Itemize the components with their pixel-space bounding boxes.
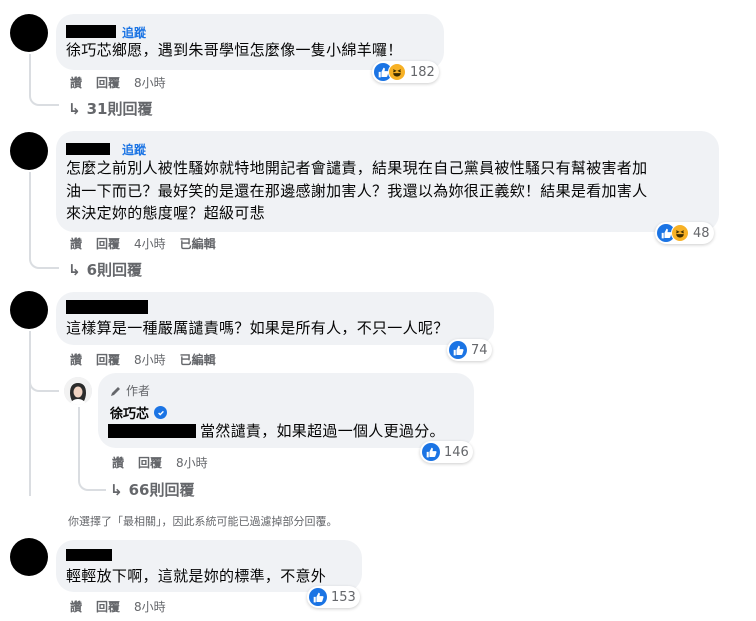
reaction-summary[interactable]: 74 xyxy=(447,339,492,361)
reaction-summary[interactable]: 153 xyxy=(307,586,360,608)
reaction-count: 48 xyxy=(693,225,710,241)
like-icon xyxy=(449,341,467,359)
thread-line xyxy=(29,172,59,269)
replies-count: 66則回覆 xyxy=(128,481,195,499)
filter-notice: 你選擇了「最相關」，因此系統可能已過濾掉部分回覆。 xyxy=(68,515,338,528)
redacted-username xyxy=(66,143,110,155)
like-button[interactable]: 讚 xyxy=(70,235,82,252)
reply-button[interactable]: 回覆 xyxy=(96,598,120,615)
replies-count: 31則回覆 xyxy=(86,100,153,118)
thread-connector xyxy=(29,370,59,392)
like-icon xyxy=(422,443,440,461)
comment-text: 輕輕放下啊，這就是妳的標準，不意外 xyxy=(66,567,327,585)
redacted-mention xyxy=(108,424,196,438)
author-tag-label: 作者 xyxy=(126,384,151,398)
avatar[interactable] xyxy=(10,291,48,329)
reaction-count: 146 xyxy=(444,444,469,460)
view-replies-button[interactable]: ↳ 6則回覆 xyxy=(68,259,142,280)
haha-icon xyxy=(388,63,406,81)
reaction-summary[interactable]: 182 xyxy=(372,61,439,83)
author-name[interactable]: 徐巧芯 xyxy=(110,403,168,422)
author-avatar[interactable] xyxy=(64,377,92,405)
comment-actions: 讚 回覆 8小時 xyxy=(70,598,180,615)
thread-line xyxy=(29,54,59,106)
timestamp[interactable]: 4小時 xyxy=(134,235,166,252)
haha-icon xyxy=(671,224,689,242)
reply-button[interactable]: 回覆 xyxy=(138,454,162,471)
author-tag: 作者 xyxy=(110,382,150,399)
reaction-count: 153 xyxy=(331,589,356,605)
follow-link[interactable]: 追蹤 xyxy=(122,141,146,158)
edited-label[interactable]: 已編輯 xyxy=(180,235,216,252)
reaction-summary[interactable]: 146 xyxy=(420,441,473,463)
reply-arrow-icon: ↳ xyxy=(68,99,81,118)
reaction-count: 182 xyxy=(410,64,435,80)
reaction-summary[interactable]: 48 xyxy=(655,222,714,244)
comment-actions: 讚 回覆 8小時 已編輯 xyxy=(70,351,230,368)
comment-actions: 讚 回覆 4小時 已編輯 xyxy=(70,235,230,252)
redacted-username xyxy=(66,300,148,314)
timestamp[interactable]: 8小時 xyxy=(134,74,166,91)
avatar[interactable] xyxy=(10,538,48,576)
comment-text-line-3: 來決定妳的態度喔？超級可悲 xyxy=(66,204,265,222)
redacted-username xyxy=(66,25,116,38)
comment-text-line-2: 油一下而已？最好笑的是還在那邊感謝加害人？我還以為妳很正義欸！結果是看加害人 xyxy=(66,182,648,200)
verified-badge-icon xyxy=(154,406,168,419)
reply-button[interactable]: 回覆 xyxy=(96,74,120,91)
redacted-username xyxy=(66,549,112,561)
reply-button[interactable]: 回覆 xyxy=(96,351,120,368)
reply-arrow-icon: ↳ xyxy=(110,480,123,499)
timestamp[interactable]: 8小時 xyxy=(176,454,208,471)
reply-arrow-icon: ↳ xyxy=(68,260,81,279)
comment-actions: 讚 回覆 8小時 xyxy=(70,74,180,91)
comment-text-line-1: 怎麼之前別人被性騷妳就特地開記者會譴責，結果現在自己黨員被性騷只有幫被害者加 xyxy=(66,159,648,177)
reply-text: 當然譴責，如果超過一個人更過分。 xyxy=(200,422,445,440)
author-name-label: 徐巧芯 xyxy=(110,407,150,422)
like-button[interactable]: 讚 xyxy=(70,74,82,91)
pencil-icon xyxy=(111,386,120,396)
view-replies-button[interactable]: ↳ 31則回覆 xyxy=(68,98,152,119)
comment-text: 這樣算是一種嚴厲譴責嗎？如果是所有人，不只一人呢？ xyxy=(66,319,449,337)
like-button[interactable]: 讚 xyxy=(70,351,82,368)
edited-label[interactable]: 已編輯 xyxy=(180,351,216,368)
avatar[interactable] xyxy=(10,132,48,170)
like-button[interactable]: 讚 xyxy=(112,454,124,471)
timestamp[interactable]: 8小時 xyxy=(134,351,166,368)
replies-count: 6則回覆 xyxy=(86,261,143,279)
timestamp[interactable]: 8小時 xyxy=(134,598,166,615)
like-icon xyxy=(309,588,327,606)
like-button[interactable]: 讚 xyxy=(70,598,82,615)
reply-button[interactable]: 回覆 xyxy=(96,235,120,252)
view-replies-button[interactable]: ↳ 66則回覆 xyxy=(110,479,194,500)
thread-line xyxy=(29,331,31,496)
avatar[interactable] xyxy=(10,14,48,52)
reply-actions: 讚 回覆 8小時 xyxy=(112,454,222,471)
thread-line xyxy=(78,407,106,491)
comment-text: 徐巧芯鄉愿，遇到朱哥學恒怎麼像一隻小綿羊囉！ xyxy=(66,41,403,59)
reaction-count: 74 xyxy=(471,342,488,358)
